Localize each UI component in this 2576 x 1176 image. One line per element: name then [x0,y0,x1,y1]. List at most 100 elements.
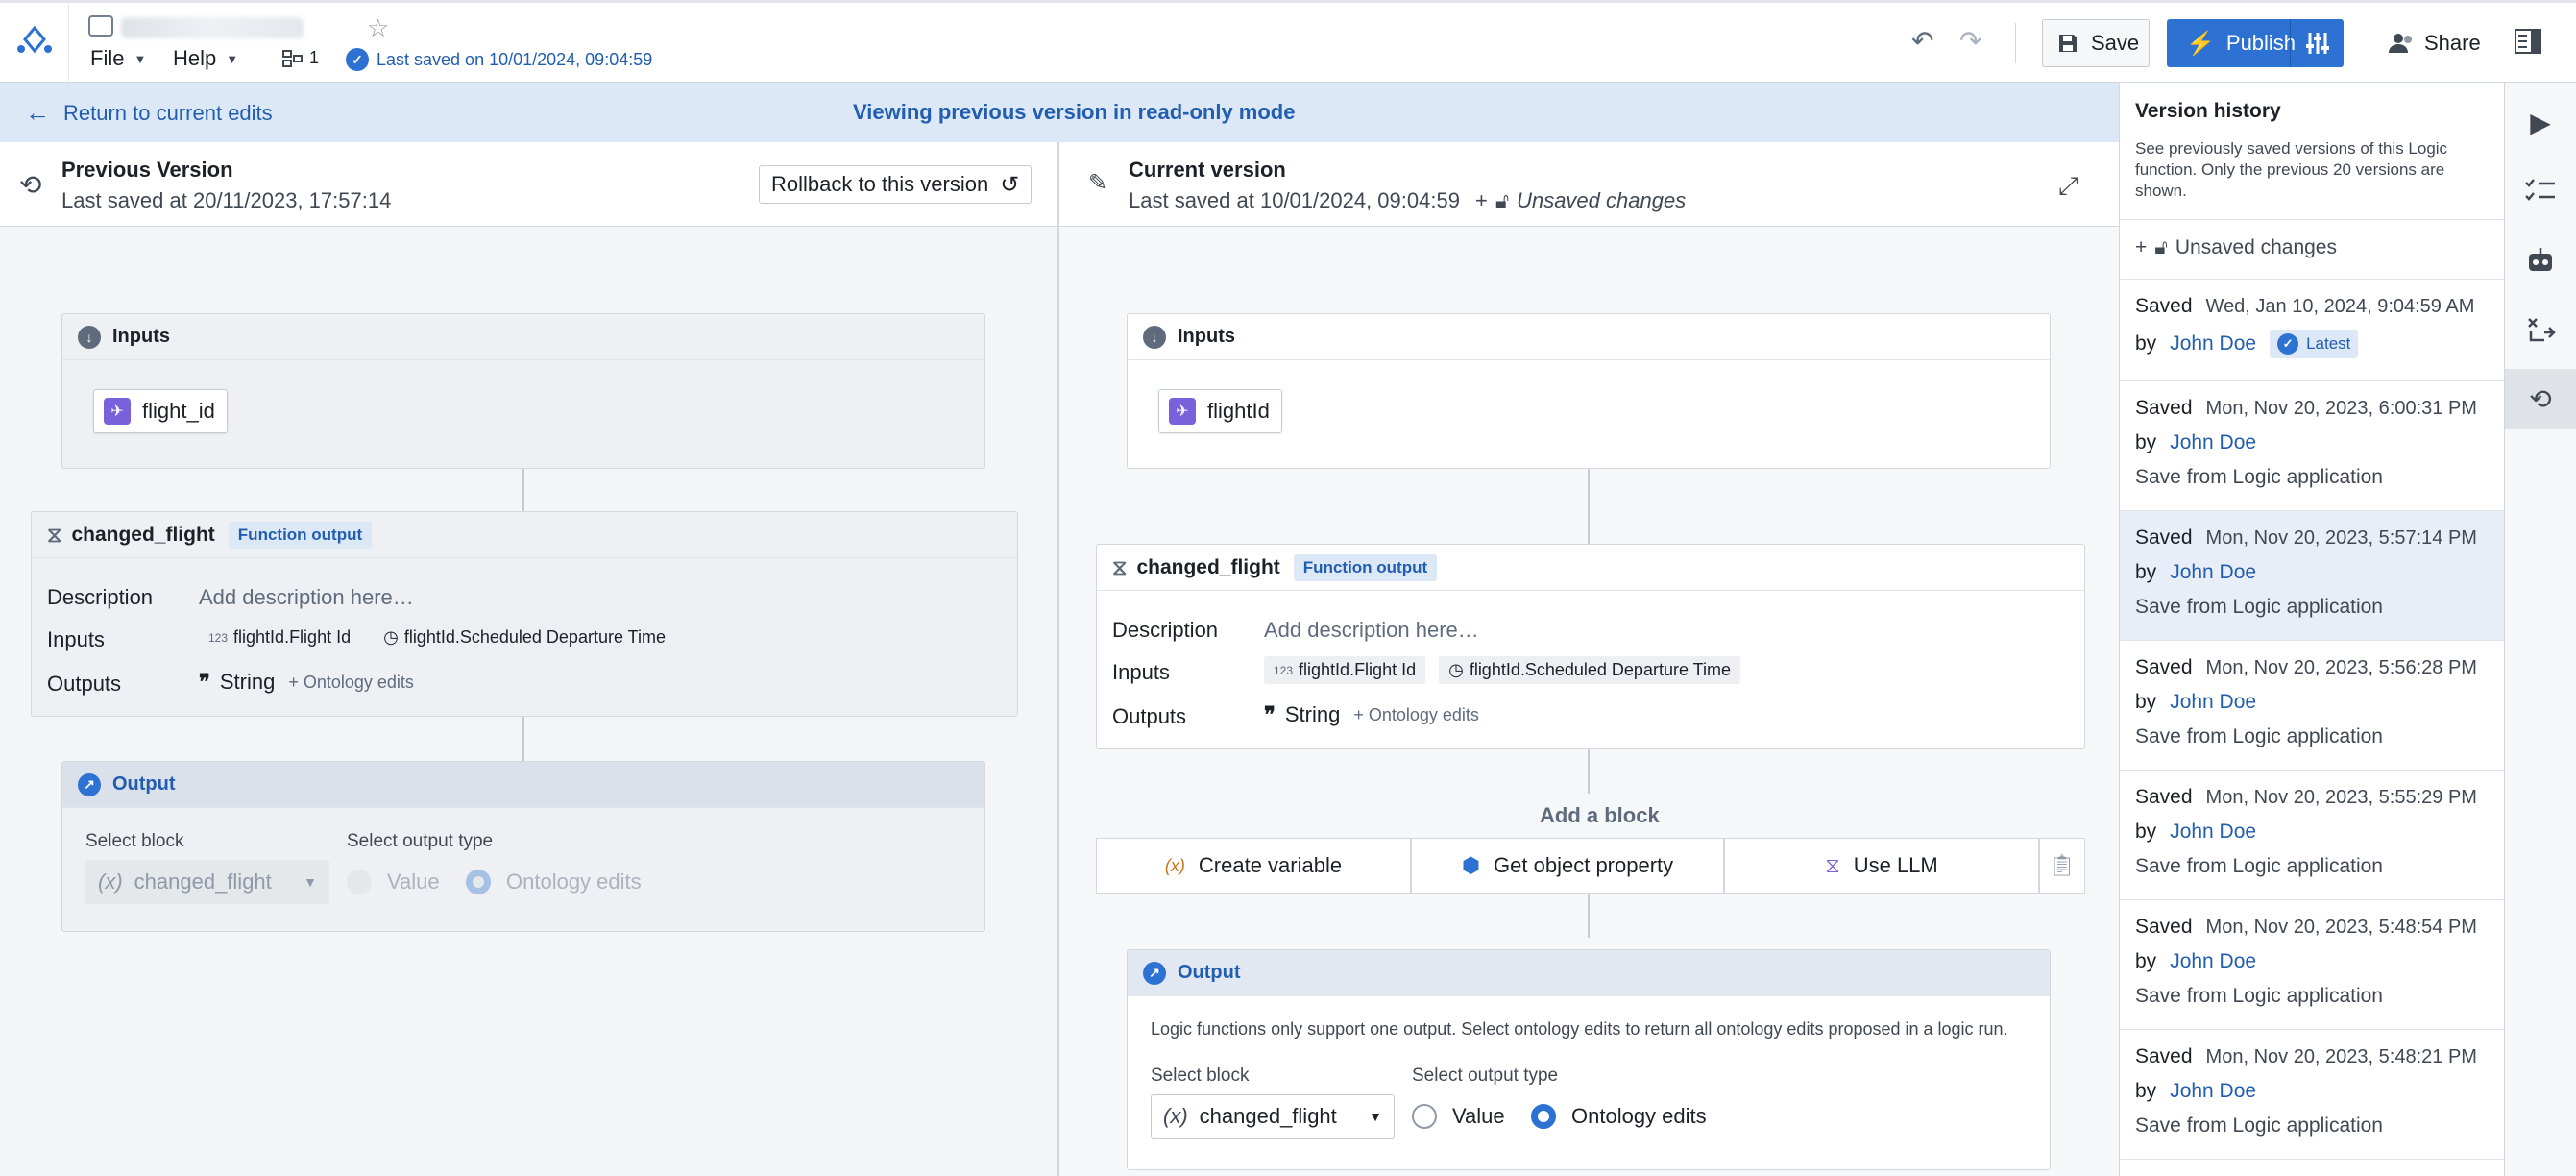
redo-icon[interactable]: ↷ [1959,25,1981,57]
help-menu[interactable]: Help ▼ [173,46,238,71]
version-item-selected[interactable]: Saved Mon, Nov 20, 2023, 5:57:14 PM by Joh… [2120,511,2505,641]
branch-indicator[interactable]: 1 [282,48,319,68]
output-note: Logic functions only support one output.… [1151,1019,2008,1039]
version-item[interactable]: Saved Wed, Jan 10, 2024, 9:04:59 AM by Joh… [2120,280,2505,381]
current-version-column: ✎ Current version Last saved at 10/01/20… [1057,142,2119,1176]
ontology-edits-link: + Ontology edits [288,672,414,692]
version-author[interactable]: John Doe [2170,821,2256,844]
robot-icon[interactable] [2505,231,2576,290]
connector-line [522,469,524,511]
use-llm-button[interactable]: ⧖ Use LLM [1724,838,2039,894]
radio-value: Value [347,870,440,894]
function-card: ⧖ changed_flight Function output Descrip… [31,511,1018,717]
function-card[interactable]: ⧖ changed_flight Function output Descrip… [1096,544,2085,749]
plus-icon: + [2135,236,2148,258]
select-block-value: changed_flight [134,870,272,894]
pencil-icon: ✎ [1088,170,1108,196]
version-author[interactable]: John Doe [2170,332,2256,355]
caret-down-icon: ▼ [226,51,239,66]
clock-icon: ◷ [383,627,399,647]
version-item[interactable]: Saved Mon, Nov 20, 2023, 5:56:28 PM by Joh… [2120,641,2505,771]
rollback-button[interactable]: Rollback to this version ↺ [759,165,1033,204]
version-history-description: See previously saved versions of this Lo… [2135,139,2448,200]
inputs-card: ↓ Inputs ✈ flight_id [61,313,985,469]
output-title: Output [112,773,176,795]
select-output-type-label: Select output type [1412,1066,1559,1086]
select-block-value: changed_flight [1199,1104,1337,1128]
history-icon[interactable]: ⟲ [2505,369,2576,429]
checklist-icon[interactable] [2505,161,2576,221]
arrow-down-circle-icon: ↓ [78,325,101,349]
version-message: Save from Logic application [2135,596,2383,618]
outputs-label: Outputs [1112,704,1187,728]
version-author[interactable]: John Doe [2170,1080,2256,1103]
version-item[interactable]: Saved Mon, Nov 20, 2023, 5:48:54 PM by Joh… [2120,900,2505,1030]
radio-value[interactable]: Value [1412,1104,1505,1129]
description-placeholder: Add description here… [199,585,414,609]
publish-icon: ⚡ [2186,30,2215,57]
maximize-icon[interactable]: ⤢ [2058,171,2078,202]
version-author[interactable]: John Doe [2170,561,2256,584]
app-logo[interactable] [0,0,69,83]
help-menu-label: Help [173,46,217,70]
play-icon[interactable]: ▶ [2505,92,2576,152]
document-title-redacted[interactable] [121,17,304,38]
version-item[interactable]: Saved Mon, Nov 20, 2023, 6:00:31 PM by Joh… [2120,381,2505,511]
ontology-edits-link[interactable]: + Ontology edits [1353,705,1479,725]
select-block-dropdown[interactable]: (x) changed_flight ▼ [1151,1094,1395,1139]
save-button[interactable]: Save [2042,19,2150,67]
version-message: Save from Logic application [2135,466,2383,488]
inputs-card-header: ↓ Inputs [62,314,984,360]
inputs-label: Inputs [1112,660,1170,684]
inputs-values: 123 flightId.Flight Id ◷ flightId.Schedule… [199,624,689,651]
version-author[interactable]: John Doe [2170,691,2256,714]
add-block-title: Add a block [1540,803,1660,827]
function-name: changed_flight [1136,555,1280,578]
file-menu[interactable]: File ▼ [90,46,146,71]
caret-down-icon: ▼ [134,51,147,66]
function-output-tag: Function output [228,521,373,549]
divider [2120,219,2505,220]
outputs-values: ❞ String + Ontology edits [1264,702,1479,727]
inputs-card-header: ↓ Inputs [1128,314,2050,360]
paste-block-button[interactable]: 📋︎ [2039,838,2085,894]
version-author[interactable]: John Doe [2170,950,2256,973]
share-label: Share [2424,31,2481,55]
panel-layout-icon[interactable] [2515,29,2541,60]
quote-icon: ❞ [199,670,210,694]
share-button[interactable]: Share [2388,19,2481,67]
unlock-icon: 🔓︎ [1495,188,1510,212]
radio-ontology-edits[interactable]: Ontology edits [1531,1104,1707,1129]
compare-icon[interactable] [2505,300,2576,359]
version-item[interactable]: Saved Mon, Nov 20, 2023, 5:55:29 PM by Joh… [2120,771,2505,900]
return-to-current-edits-link[interactable]: ← Return to current edits [25,98,273,128]
publish-settings-button[interactable] [2290,19,2344,67]
favorite-star-icon[interactable]: ☆ [367,13,389,43]
output-type: String [219,670,276,694]
unsaved-label: Unsaved changes [2175,236,2337,258]
version-author[interactable]: John Doe [2170,431,2256,454]
output-card: ↗ Output Select block (x) changed_flight… [61,761,985,932]
variable-icon: (x) [98,870,123,894]
version-message: Save from Logic application [2135,855,2383,877]
description-placeholder[interactable]: Add description here… [1264,618,1479,643]
last-saved-status: ✓ Last saved on 10/01/2024, 09:04:59 [346,48,652,71]
input-chip-flightid[interactable]: ✈ flightId [1158,389,1282,433]
radio-circle [1412,1104,1437,1129]
return-label: Return to current edits [63,100,273,125]
undo-icon[interactable]: ↶ [1911,25,1933,57]
check-circle-icon: ✓ [346,48,369,71]
get-object-property-button[interactable]: ⬢ Get object property [1411,838,1724,894]
create-variable-button[interactable]: (x) Create variable [1096,838,1411,894]
input-chip-flight-id: ✈ flight_id [93,389,228,433]
version-date: Mon, Nov 20, 2023, 6:00:31 PM [2205,397,2477,419]
floppy-disk-icon [2059,35,2077,52]
unsaved-changes-item[interactable]: + 🔓︎ Unsaved changes [2135,236,2337,259]
version-message: Save from Logic application [2135,985,2383,1007]
previous-version-column: ⟲ Previous Version Last saved at 20/11/2… [0,142,1057,1176]
number-type-icon: 123 [1274,663,1294,677]
version-message: Save from Logic application [2135,725,2383,747]
version-item[interactable]: Saved Mon, Nov 20, 2023, 5:48:21 PM by Joh… [2120,1030,2505,1160]
variable-icon: (x) [1164,855,1185,875]
arrow-down-circle-icon: ↓ [1143,325,1166,349]
